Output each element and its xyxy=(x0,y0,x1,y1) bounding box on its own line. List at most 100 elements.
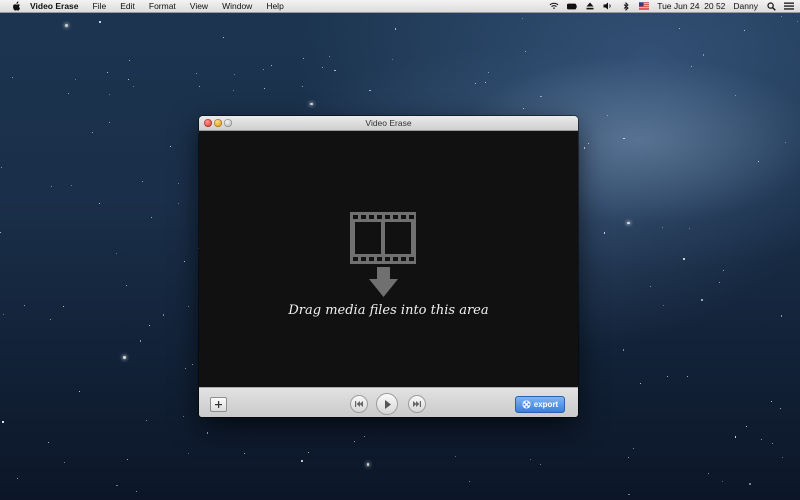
user-name[interactable]: Danny xyxy=(733,1,758,11)
star xyxy=(701,299,703,301)
play-icon xyxy=(384,399,391,409)
star xyxy=(540,95,542,97)
star xyxy=(1,166,3,168)
export-label: export xyxy=(533,400,559,409)
next-button[interactable] xyxy=(408,395,426,413)
spotlight-icon[interactable] xyxy=(766,1,776,11)
star xyxy=(746,425,748,427)
bluetooth-icon[interactable] xyxy=(621,1,631,11)
star xyxy=(757,160,759,162)
star xyxy=(50,319,52,321)
star xyxy=(116,484,118,487)
star xyxy=(149,325,151,327)
star xyxy=(109,93,110,95)
star xyxy=(184,260,186,262)
star xyxy=(606,115,608,116)
star xyxy=(233,73,235,75)
menu-window[interactable]: Window xyxy=(215,0,259,12)
star xyxy=(719,282,721,284)
star xyxy=(199,86,201,87)
star xyxy=(487,71,489,73)
star xyxy=(627,221,630,224)
play-button[interactable] xyxy=(376,393,398,415)
star xyxy=(588,143,590,144)
star xyxy=(178,183,180,185)
star xyxy=(71,184,73,186)
star xyxy=(683,258,685,260)
status-area: Tue Jun 24 20 52 Danny xyxy=(549,0,794,12)
star xyxy=(369,89,371,92)
battery-icon[interactable] xyxy=(567,2,577,11)
star xyxy=(308,452,310,454)
star xyxy=(522,17,524,19)
star xyxy=(650,285,652,287)
star xyxy=(127,78,129,80)
menu-view[interactable]: View xyxy=(183,0,215,12)
menu-format[interactable]: Format xyxy=(142,0,183,12)
star xyxy=(127,459,129,461)
add-media-button[interactable] xyxy=(210,397,227,412)
star xyxy=(779,408,781,410)
list-icon[interactable] xyxy=(784,2,794,11)
star xyxy=(454,456,456,458)
star xyxy=(74,78,76,80)
plus-icon xyxy=(215,401,222,408)
export-button[interactable]: export xyxy=(515,396,565,413)
star xyxy=(749,483,751,485)
star xyxy=(67,92,69,94)
star xyxy=(187,453,189,455)
star xyxy=(469,480,471,482)
star xyxy=(639,383,641,385)
star xyxy=(679,28,681,29)
title-bar[interactable]: Video Erase xyxy=(199,116,578,131)
film-strip-icon xyxy=(350,212,416,264)
star xyxy=(703,54,705,56)
star xyxy=(524,51,526,52)
menu-edit[interactable]: Edit xyxy=(113,0,142,12)
star xyxy=(132,85,135,88)
previous-button[interactable] xyxy=(350,395,368,413)
star xyxy=(743,30,745,32)
star xyxy=(364,436,365,438)
wifi-icon[interactable] xyxy=(549,2,559,11)
star xyxy=(162,314,164,316)
star xyxy=(529,458,532,461)
app-window: Video Erase Drag media files into this a… xyxy=(199,116,578,417)
star xyxy=(128,59,131,62)
star xyxy=(784,142,786,143)
window-title: Video Erase xyxy=(365,118,412,128)
bottom-toolbar: export xyxy=(199,387,578,417)
star xyxy=(92,132,94,133)
star xyxy=(223,36,225,38)
star xyxy=(661,227,663,228)
star xyxy=(722,481,723,483)
star xyxy=(583,147,586,149)
star xyxy=(116,253,118,254)
eject-icon[interactable] xyxy=(585,2,595,11)
star xyxy=(183,415,185,417)
star xyxy=(135,491,138,493)
star xyxy=(734,95,736,97)
star xyxy=(628,456,630,458)
menu-help[interactable]: Help xyxy=(259,0,290,12)
star xyxy=(723,269,724,271)
star xyxy=(321,66,324,69)
star xyxy=(126,285,127,287)
star xyxy=(62,305,64,307)
star xyxy=(334,69,336,72)
apple-icon[interactable] xyxy=(8,0,24,12)
star xyxy=(188,305,190,307)
star xyxy=(771,442,773,444)
flag-icon[interactable] xyxy=(639,2,650,11)
media-drop-area[interactable]: Drag media files into this area xyxy=(199,131,578,387)
star xyxy=(707,472,709,474)
star xyxy=(301,85,303,87)
menu-app-name[interactable]: Video Erase xyxy=(24,0,86,12)
star xyxy=(781,16,783,18)
star xyxy=(51,186,53,188)
star xyxy=(206,432,209,434)
menu-file[interactable]: File xyxy=(86,0,114,12)
volume-icon[interactable] xyxy=(603,2,613,11)
clock[interactable]: Tue Jun 24 20 52 xyxy=(657,1,725,11)
star xyxy=(23,304,25,306)
